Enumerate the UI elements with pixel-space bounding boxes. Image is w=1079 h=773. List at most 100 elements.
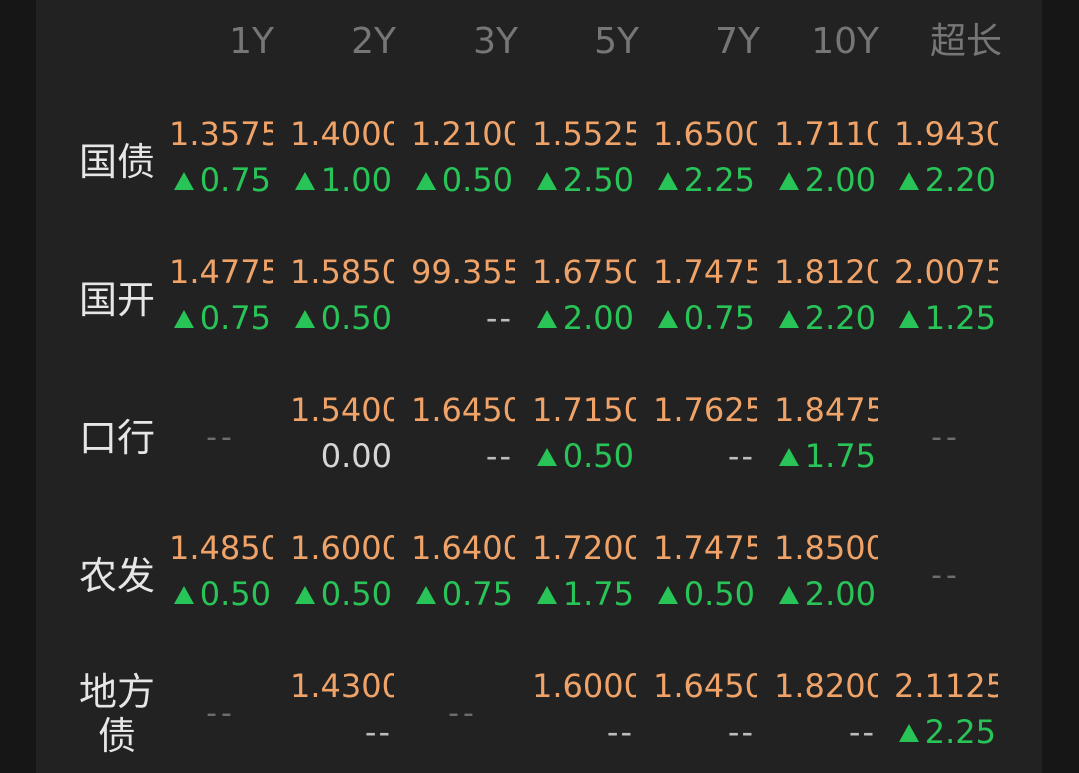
change-value: 0.00 (321, 434, 392, 478)
yield-value: 1.8500 (774, 529, 878, 567)
yield-cell[interactable]: 1.7625 -- (653, 386, 757, 490)
yield-cell[interactable]: 1.8500 2.00 (774, 524, 878, 628)
column-header-6[interactable]: 10Y (759, 16, 879, 68)
yield-cell[interactable]: 1.3575 0.75 (169, 110, 273, 214)
tenor-header: 1Y 2Y 3Y 5Y 7Y 10Y 超长 (36, 16, 1042, 68)
change-text: 0.75 (199, 299, 271, 337)
change-text: 0.50 (320, 299, 392, 337)
change-value: -- (486, 434, 513, 478)
change-text: 1.75 (804, 437, 876, 475)
yield-value: 1.2100 (411, 115, 515, 153)
change-value: -- (486, 296, 513, 340)
change-text: 0.50 (562, 437, 634, 475)
yield-value: 2.1125 (894, 667, 998, 705)
change-text: 2.25 (924, 713, 996, 751)
change-text: -- (848, 713, 876, 751)
change-text: 1.00 (320, 161, 392, 199)
yield-cell[interactable]: 1.7475 0.50 (653, 524, 757, 628)
bond-row[interactable]: 国债 1.3575 0.75 1.4000 1.00 1.2100 0.50 1.5525 2.… (36, 110, 1042, 214)
yield-value: 1.9430 (894, 115, 998, 153)
yield-value: 1.8475 (774, 391, 878, 429)
change-text: -- (364, 713, 392, 751)
yield-value: 1.4000 (290, 115, 394, 153)
column-header-4[interactable]: 5Y (519, 16, 639, 68)
yield-value: 1.6450 (411, 391, 515, 429)
yield-cell[interactable]: 1.8200 -- (774, 662, 878, 766)
yield-cell[interactable]: 1.4850 0.50 (169, 524, 273, 628)
yield-cell[interactable]: 1.8475 1.75 (774, 386, 878, 490)
change-text: 2.50 (562, 161, 634, 199)
yield-value: 1.7475 (653, 253, 757, 291)
yield-cell[interactable]: 1.6000 0.50 (290, 524, 394, 628)
yield-cell[interactable]: 1.6450 -- (653, 662, 757, 766)
up-arrow-icon (294, 310, 315, 328)
change-value: 0.50 (657, 572, 755, 616)
yield-cell[interactable]: 1.6000 -- (532, 662, 636, 766)
up-arrow-icon (898, 310, 919, 328)
yield-cell[interactable]: 1.6750 2.00 (532, 248, 636, 352)
yield-value: 1.7625 (653, 391, 757, 429)
column-header-1[interactable]: 1Y (154, 16, 274, 68)
up-arrow-icon (778, 310, 799, 328)
yield-cell[interactable]: 1.7150 0.50 (532, 386, 636, 490)
yield-value: 2.0075 (894, 253, 998, 291)
yield-cell[interactable]: 1.6450 -- (411, 386, 515, 490)
yield-cell[interactable]: 1.2100 0.50 (411, 110, 515, 214)
up-arrow-icon (657, 172, 678, 190)
up-arrow-icon (415, 586, 436, 604)
change-value: 0.75 (415, 572, 513, 616)
column-header-2[interactable]: 2Y (276, 16, 396, 68)
bond-row[interactable]: 国开 1.4775 0.75 1.5850 0.50 99.355 -- 1.6750 2.00… (36, 248, 1042, 352)
column-header-3[interactable]: 3Y (398, 16, 518, 68)
change-value: 0.50 (294, 296, 392, 340)
yield-cell[interactable]: 2.0075 1.25 (894, 248, 998, 352)
bond-type-label: 国开 (78, 278, 155, 322)
change-text: -- (606, 713, 634, 751)
change-value: 0.75 (173, 158, 271, 202)
column-header-5[interactable]: 7Y (640, 16, 760, 68)
change-text: 0.50 (320, 575, 392, 613)
yield-cell[interactable]: 1.7200 1.75 (532, 524, 636, 628)
column-header-7[interactable]: 超长 (882, 16, 1002, 68)
yield-cell[interactable]: 1.6400 0.75 (411, 524, 515, 628)
bond-row[interactable]: 地方债 -- 1.4300 -- -- 1.6000 -- 1.6450 -- 1.8200 -- 2… (36, 662, 1042, 766)
up-arrow-icon (173, 172, 194, 190)
bond-type-label: 国债 (78, 140, 155, 184)
change-value: 2.50 (536, 158, 634, 202)
change-text: 2.00 (804, 575, 876, 613)
yield-cell[interactable]: 1.7475 0.75 (653, 248, 757, 352)
yield-cell[interactable]: 1.4775 0.75 (169, 248, 273, 352)
yield-cell[interactable]: 2.1125 2.25 (894, 662, 998, 766)
change-value: 2.00 (778, 158, 876, 202)
bond-row[interactable]: 口行 -- 1.5400 0.00 1.6450 -- 1.7150 0.50 1.7625 --… (36, 386, 1042, 490)
yield-value: 1.8120 (774, 253, 878, 291)
bond-row[interactable]: 农发 1.4850 0.50 1.6000 0.50 1.6400 0.75 1.7200 1.… (36, 524, 1042, 628)
yield-cell[interactable]: 1.7110 2.00 (774, 110, 878, 214)
change-value: 0.50 (415, 158, 513, 202)
up-arrow-icon (898, 724, 919, 742)
change-value: 2.00 (778, 572, 876, 616)
yield-cell[interactable]: 1.8120 2.20 (774, 248, 878, 352)
yield-value: 1.6400 (411, 529, 515, 567)
yield-cell[interactable]: 1.4300 -- (290, 662, 394, 766)
change-text: 0.50 (199, 575, 271, 613)
yield-cell[interactable]: 1.5850 0.50 (290, 248, 394, 352)
change-value: 0.75 (657, 296, 755, 340)
change-value: 1.75 (536, 572, 634, 616)
change-text: 1.25 (924, 299, 996, 337)
yield-value: 1.6450 (653, 667, 757, 705)
up-arrow-icon (294, 586, 315, 604)
yield-cell[interactable]: 99.355 -- (411, 248, 515, 352)
yield-cell[interactable]: 1.5525 2.50 (532, 110, 636, 214)
yield-cell[interactable]: 1.5400 0.00 (290, 386, 394, 490)
yield-value: 1.4300 (290, 667, 394, 705)
yield-cell[interactable]: 1.9430 2.20 (894, 110, 998, 214)
bond-type-label: 口行 (78, 416, 155, 460)
change-value: -- (365, 710, 392, 754)
yield-cell[interactable]: 1.6500 2.25 (653, 110, 757, 214)
yield-value: 1.6000 (290, 529, 394, 567)
change-value: 2.00 (536, 296, 634, 340)
change-text: 2.20 (924, 161, 996, 199)
up-arrow-icon (778, 586, 799, 604)
yield-cell[interactable]: 1.4000 1.00 (290, 110, 394, 214)
